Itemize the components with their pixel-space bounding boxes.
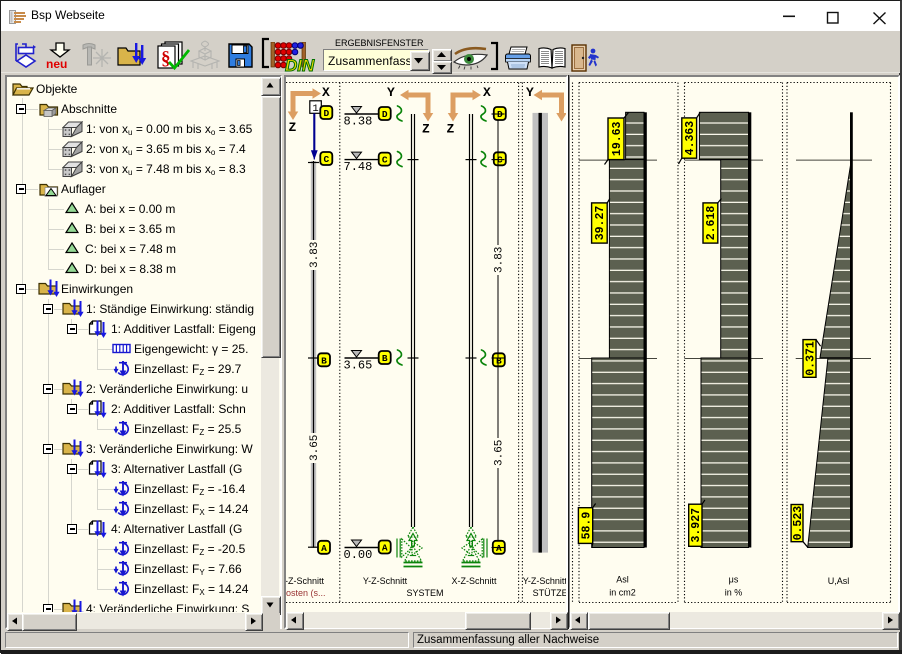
svg-text:Y-Z-Schnitt: Y-Z-Schnitt bbox=[363, 576, 408, 586]
svg-text:3.927: 3.927 bbox=[690, 508, 703, 543]
svg-text:B: B bbox=[382, 353, 388, 364]
svg-text:7.48: 7.48 bbox=[344, 160, 373, 174]
svg-text:Z: Z bbox=[289, 120, 297, 135]
svg-text:A: A bbox=[321, 543, 327, 554]
svg-text:STÜTZEN: STÜTZEN bbox=[533, 588, 566, 598]
svg-text:8.38: 8.38 bbox=[344, 115, 373, 129]
svg-text:C: C bbox=[382, 155, 388, 166]
svg-text:1: 1 bbox=[312, 103, 318, 115]
svg-text:in %: in % bbox=[725, 588, 743, 598]
svg-text:§: § bbox=[161, 48, 171, 69]
svg-text:Asl: Asl bbox=[616, 575, 629, 585]
svg-text:3.83: 3.83 bbox=[309, 242, 321, 268]
svg-text:A: A bbox=[382, 543, 388, 554]
svg-text:3.65: 3.65 bbox=[494, 440, 506, 466]
svg-text:0.523: 0.523 bbox=[792, 506, 805, 541]
svg-text:Z: Z bbox=[422, 122, 430, 137]
svg-text:X: X bbox=[483, 85, 491, 100]
svg-text:Y-Z-Schnitt: Y-Z-Schnitt bbox=[523, 576, 566, 586]
svg-text:A: A bbox=[496, 543, 502, 554]
svg-text:D: D bbox=[382, 109, 388, 120]
svg-text:D: D bbox=[323, 108, 329, 119]
svg-text:B: B bbox=[496, 355, 502, 366]
svg-text:Z: Z bbox=[447, 122, 455, 137]
svg-text:0.00: 0.00 bbox=[344, 548, 373, 562]
svg-text:3.65: 3.65 bbox=[344, 359, 373, 373]
svg-text:Y: Y bbox=[387, 85, 395, 100]
svg-text:μs: μs bbox=[729, 575, 739, 585]
svg-text:B: B bbox=[321, 355, 327, 366]
svg-text:SYSTEM: SYSTEM bbox=[406, 588, 443, 598]
svg-text:2.618: 2.618 bbox=[705, 206, 718, 241]
svg-text:3.83: 3.83 bbox=[494, 247, 506, 273]
svg-text:Kosten (s...: Kosten (s... bbox=[286, 588, 326, 598]
svg-text:58.9: 58.9 bbox=[580, 512, 593, 540]
svg-text:39.27: 39.27 bbox=[594, 206, 607, 241]
svg-text:X-Z-Schnitt: X-Z-Schnitt bbox=[286, 576, 325, 586]
svg-text:19.63: 19.63 bbox=[611, 121, 624, 156]
svg-text:D: D bbox=[497, 109, 503, 120]
svg-text:0.371: 0.371 bbox=[804, 341, 817, 376]
svg-text:3.65: 3.65 bbox=[309, 435, 321, 461]
svg-text:in cm2: in cm2 bbox=[609, 588, 636, 598]
svg-text:Y: Y bbox=[526, 85, 534, 100]
svg-text:C: C bbox=[323, 154, 329, 165]
svg-text:4.363: 4.363 bbox=[684, 121, 697, 156]
svg-text:X: X bbox=[322, 85, 330, 100]
svg-text:DIN: DIN bbox=[285, 56, 315, 72]
svg-text:U,Asl: U,Asl bbox=[828, 576, 850, 586]
svg-text:X-Z-Schnitt: X-Z-Schnitt bbox=[451, 576, 497, 586]
